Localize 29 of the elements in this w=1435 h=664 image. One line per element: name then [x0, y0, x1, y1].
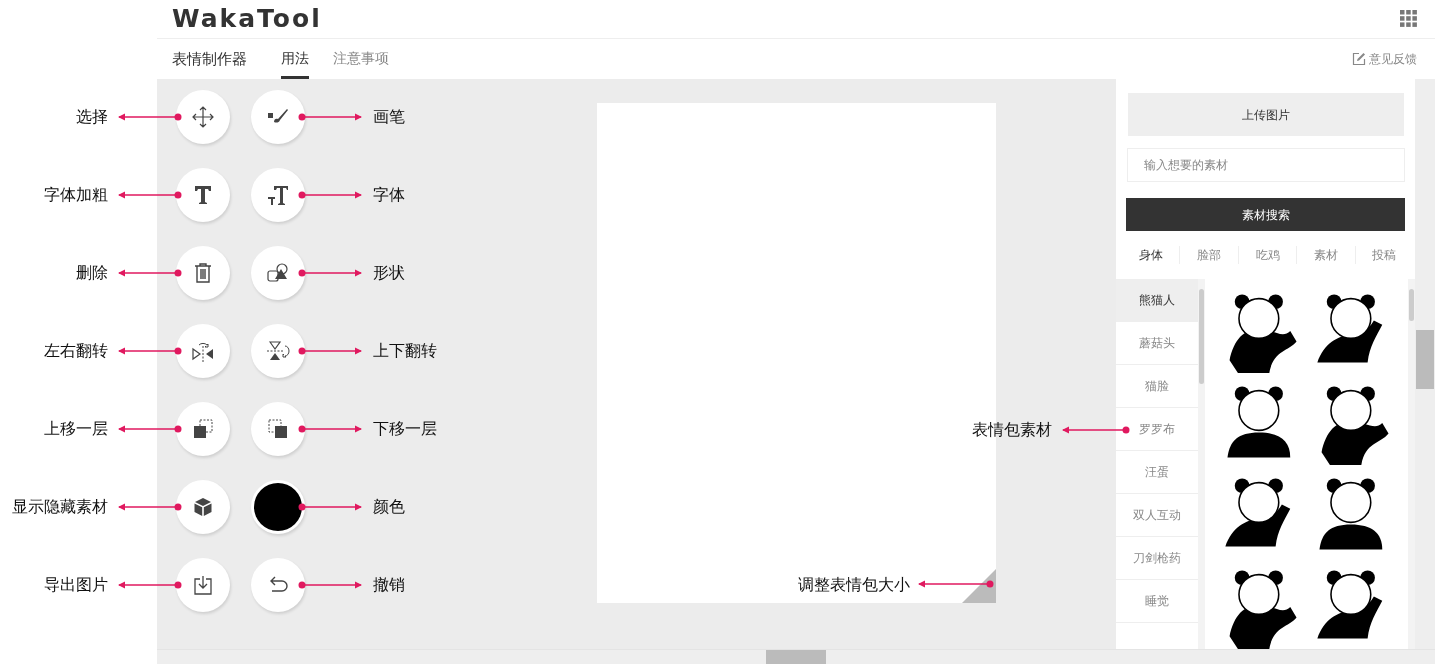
annotation-label: 左右翻转: [44, 340, 108, 363]
annotation-label: 调整表情包大小: [798, 574, 910, 597]
annotation-label: 显示隐藏素材: [12, 496, 108, 519]
annotation-label: 字体加粗: [44, 184, 108, 207]
annotation-label: 形状: [373, 262, 405, 285]
upload-button[interactable]: 上传图片: [1128, 93, 1404, 137]
category-tab[interactable]: 投稿: [1354, 245, 1414, 264]
search-field[interactable]: 输入想要的素材: [1127, 148, 1405, 183]
annotation-label: 撤销: [373, 574, 405, 597]
annotation-label: 上下翻转: [373, 340, 437, 363]
annotation-label: 下移一层: [373, 418, 437, 441]
search-button[interactable]: 素材搜索: [1126, 198, 1405, 232]
subcategory-item[interactable]: 熊猫人: [1116, 279, 1198, 323]
annotation-label: 画笔: [373, 106, 405, 129]
annotation-label: 选择: [76, 106, 108, 129]
annotation-label: 上移一层: [44, 418, 108, 441]
category-tab[interactable]: 素材: [1296, 245, 1355, 264]
nav-tab[interactable]: 注意事项: [333, 38, 389, 80]
page-title: 表情制作器: [172, 48, 247, 70]
annotation-label: 导出图片: [44, 574, 108, 597]
category-tab[interactable]: 脸部: [1179, 245, 1238, 264]
app-logo: WakaTool: [172, 3, 322, 36]
annotation-label: 删除: [76, 262, 108, 285]
annotation-label: 字体: [373, 184, 405, 207]
category-tab[interactable]: 身体: [1122, 245, 1180, 264]
feedback-link[interactable]: 意见反馈: [1352, 38, 1417, 80]
annotation-label: 颜色: [373, 496, 405, 519]
category-tab[interactable]: 吃鸡: [1237, 245, 1297, 264]
annotation-label: 表情包素材: [972, 418, 1052, 441]
